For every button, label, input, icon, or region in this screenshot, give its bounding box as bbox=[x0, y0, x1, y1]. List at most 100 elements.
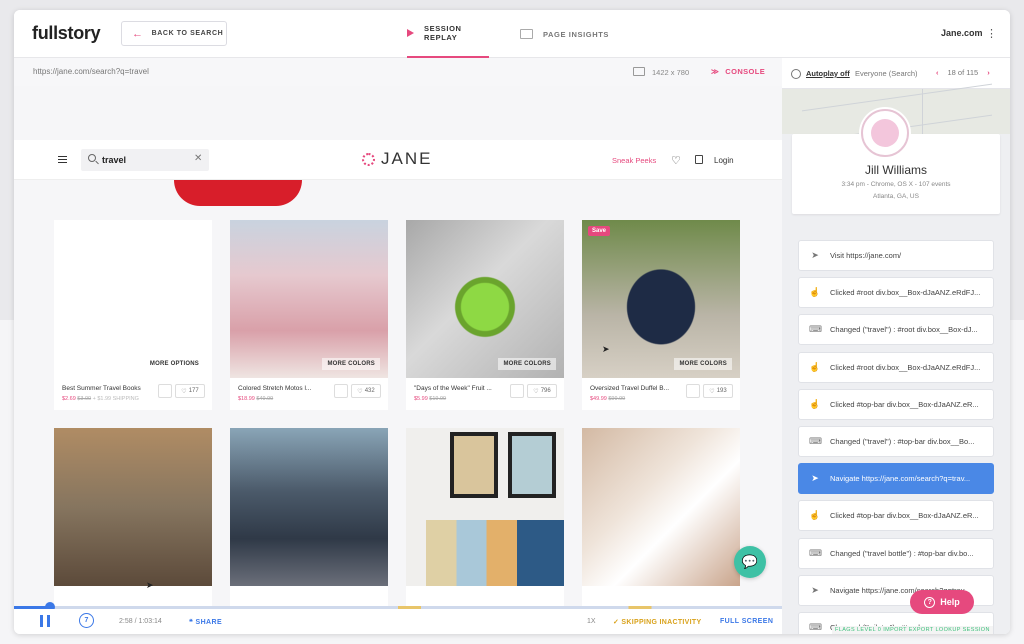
replayed-site: travel ✕ JANE Sneak Peeks ♡ Login MORE O… bbox=[14, 86, 782, 606]
share-button[interactable]: ❝ SHARE bbox=[189, 618, 222, 626]
event-text: Clicked #root div.box__Box-dJaANZ.eRdFJ.… bbox=[830, 288, 981, 298]
hamburger-menu-icon[interactable] bbox=[58, 156, 67, 163]
keyboard-icon: ⌨ bbox=[809, 324, 822, 335]
heart-icon[interactable]: ♡ bbox=[671, 154, 681, 167]
shopping-bag-icon[interactable] bbox=[695, 155, 703, 164]
player-controls: 7 2:58 / 1:03:14 ❝ SHARE 1X ✓ SKIPPING I… bbox=[14, 609, 782, 634]
navigate-icon: ➤ bbox=[811, 250, 819, 260]
help-button[interactable]: ? Help bbox=[910, 590, 974, 614]
event-row[interactable]: ⌨ Changed ("travel bottle") : #top-bar di… bbox=[798, 537, 994, 569]
session-pager: ‹ 18 of 115 › bbox=[936, 68, 990, 77]
playback-time: 2:58 / 1:03:14 bbox=[119, 618, 162, 625]
share-product-button[interactable] bbox=[334, 384, 348, 398]
tab-session-replay[interactable]: SESSION REPLAY bbox=[407, 10, 489, 58]
pause-icon[interactable] bbox=[40, 615, 50, 627]
chevron-left-icon[interactable]: ‹ bbox=[936, 68, 939, 77]
jane-logo[interactable]: JANE bbox=[362, 149, 432, 169]
event-text: Changed ("travel") : #top-bar div.box__B… bbox=[830, 437, 975, 446]
product-image[interactable] bbox=[230, 220, 388, 378]
user-name[interactable]: Jill Williams bbox=[792, 163, 1000, 177]
product-price: $49.99 $99.99 bbox=[590, 396, 626, 402]
share-product-button[interactable] bbox=[158, 384, 172, 398]
session-player: https://jane.com/search?q=travel 1422 x … bbox=[14, 58, 782, 634]
event-text: Visit https://jane.com/ bbox=[830, 251, 902, 260]
fullstory-logo: fullstory bbox=[32, 23, 101, 43]
event-row[interactable]: ➤ Visit https://jane.com/ bbox=[798, 240, 994, 271]
product-card[interactable] bbox=[54, 428, 212, 606]
event-row[interactable]: ➤ Navigate https://jane.com/search?q=trav… bbox=[798, 463, 994, 495]
event-row[interactable]: ⌨ Changed ("travel") : #top-bar div.box__… bbox=[798, 426, 994, 457]
viewport-resolution: 1422 x 780 bbox=[652, 68, 690, 77]
product-card[interactable]: MORE COLORS Colored Stretch Motos l... $… bbox=[230, 220, 388, 410]
tab-page-insights-label: PAGE INSIGHTS bbox=[543, 29, 610, 39]
mouse-cursor-icon: ➤ bbox=[146, 580, 154, 590]
event-text: Clicked #root div.box__Box-dJaANZ.eRdFJ.… bbox=[830, 362, 981, 372]
skip-inactivity-toggle[interactable]: ✓ SKIPPING INACTIVITY bbox=[613, 618, 701, 626]
event-row[interactable]: ☝ Clicked #root div.box__Box-dJaANZ.eRdFJ… bbox=[798, 351, 994, 383]
more-colors-label[interactable]: MORE COLORS bbox=[674, 358, 732, 370]
chevron-right-icon[interactable]: › bbox=[987, 68, 990, 77]
jane-brand-name: JANE bbox=[381, 149, 433, 168]
more-options-label[interactable]: MORE OPTIONS bbox=[144, 358, 204, 370]
product-card[interactable]: Save MORE COLORS Oversized Travel Duffel… bbox=[582, 220, 740, 410]
share-product-button[interactable] bbox=[686, 384, 700, 398]
framed-poster bbox=[450, 432, 498, 498]
chat-bubble-icon[interactable]: 💬 bbox=[734, 546, 766, 578]
product-card[interactable] bbox=[582, 428, 740, 606]
site-switcher[interactable]: Jane.com bbox=[941, 28, 983, 38]
event-row[interactable]: ☝ Clicked #top-bar div.box__Box-dJaANZ.eR… bbox=[798, 388, 994, 420]
product-card[interactable]: MORE COLORS "Days of the Week" Fruit ...… bbox=[406, 220, 564, 410]
like-button[interactable]: ♡ 177 bbox=[175, 384, 205, 398]
product-image[interactable] bbox=[54, 428, 212, 586]
autoplay-icon[interactable] bbox=[791, 69, 801, 79]
event-row[interactable]: ⌨ Changed ("travel") : #root div.box__Box… bbox=[798, 314, 994, 346]
product-image[interactable] bbox=[54, 220, 212, 378]
sneak-peeks-link[interactable]: Sneak Peeks bbox=[612, 156, 656, 165]
navigate-icon: ➤ bbox=[811, 584, 819, 595]
back-to-search-button[interactable]: ← BACK TO SEARCH bbox=[121, 21, 227, 46]
segment-name: Everyone (Search) bbox=[855, 69, 918, 78]
navigate-icon: ➤ bbox=[811, 473, 819, 484]
console-button[interactable]: ≫ CONSOLE bbox=[711, 67, 765, 76]
save-badge[interactable]: Save bbox=[588, 226, 611, 236]
heart-icon: ♡ bbox=[357, 388, 363, 395]
clear-search-icon[interactable]: ✕ bbox=[194, 153, 202, 164]
like-button[interactable]: ♡ 796 bbox=[527, 384, 557, 398]
product-image[interactable] bbox=[406, 220, 564, 378]
like-button[interactable]: ♡ 193 bbox=[703, 384, 733, 398]
product-title[interactable]: Best Summer Travel Books bbox=[62, 385, 154, 392]
share-product-button[interactable] bbox=[510, 384, 524, 398]
event-text: Changed ("travel") : #root div.box__Box-… bbox=[830, 325, 978, 335]
product-title[interactable]: Colored Stretch Motos l... bbox=[238, 385, 330, 392]
url-bar: https://jane.com/search?q=travel 1422 x … bbox=[14, 58, 782, 86]
product-card[interactable]: MORE OPTIONS Best Summer Travel Books $2… bbox=[54, 220, 212, 410]
playback-speed[interactable]: 1X bbox=[587, 618, 596, 625]
event-row[interactable]: ☝ Clicked #root div.box__Box-dJaANZ.eRdFJ… bbox=[798, 277, 994, 309]
product-image[interactable] bbox=[230, 428, 388, 586]
more-colors-label[interactable]: MORE COLORS bbox=[322, 358, 380, 370]
product-card[interactable] bbox=[230, 428, 388, 606]
product-image[interactable] bbox=[582, 428, 740, 586]
product-card[interactable] bbox=[406, 428, 564, 606]
product-title[interactable]: "Days of the Week" Fruit ... bbox=[414, 385, 506, 392]
console-label: CONSOLE bbox=[725, 67, 766, 76]
site-search-input[interactable]: travel ✕ bbox=[81, 149, 209, 171]
monitor-icon bbox=[633, 67, 645, 76]
more-menu-icon[interactable]: ⋮ bbox=[986, 27, 997, 40]
product-image[interactable] bbox=[406, 428, 564, 586]
full-screen-button[interactable]: FULL SCREEN bbox=[720, 618, 773, 625]
login-link[interactable]: Login bbox=[714, 156, 734, 165]
click-icon: ☝ bbox=[809, 287, 821, 298]
like-button[interactable]: ♡ 432 bbox=[351, 384, 381, 398]
heart-icon: ♡ bbox=[533, 388, 539, 395]
help-label: Help bbox=[940, 597, 960, 607]
help-icon: ? bbox=[924, 596, 936, 608]
product-price: $2.69 $3.00 + $1.99 SHIPPING bbox=[62, 396, 139, 402]
autoplay-toggle[interactable]: Autoplay off bbox=[806, 69, 850, 78]
more-colors-label[interactable]: MORE COLORS bbox=[498, 358, 556, 370]
event-row[interactable]: ☝ Clicked #top-bar div.box__Box-dJaANZ.eR… bbox=[798, 500, 994, 532]
product-title[interactable]: Oversized Travel Duffel B... bbox=[590, 385, 682, 392]
tab-page-insights[interactable]: PAGE INSIGHTS bbox=[520, 10, 609, 58]
skip-back-icon[interactable]: 7 bbox=[79, 613, 94, 628]
site-header: travel ✕ JANE Sneak Peeks ♡ Login bbox=[14, 140, 782, 180]
